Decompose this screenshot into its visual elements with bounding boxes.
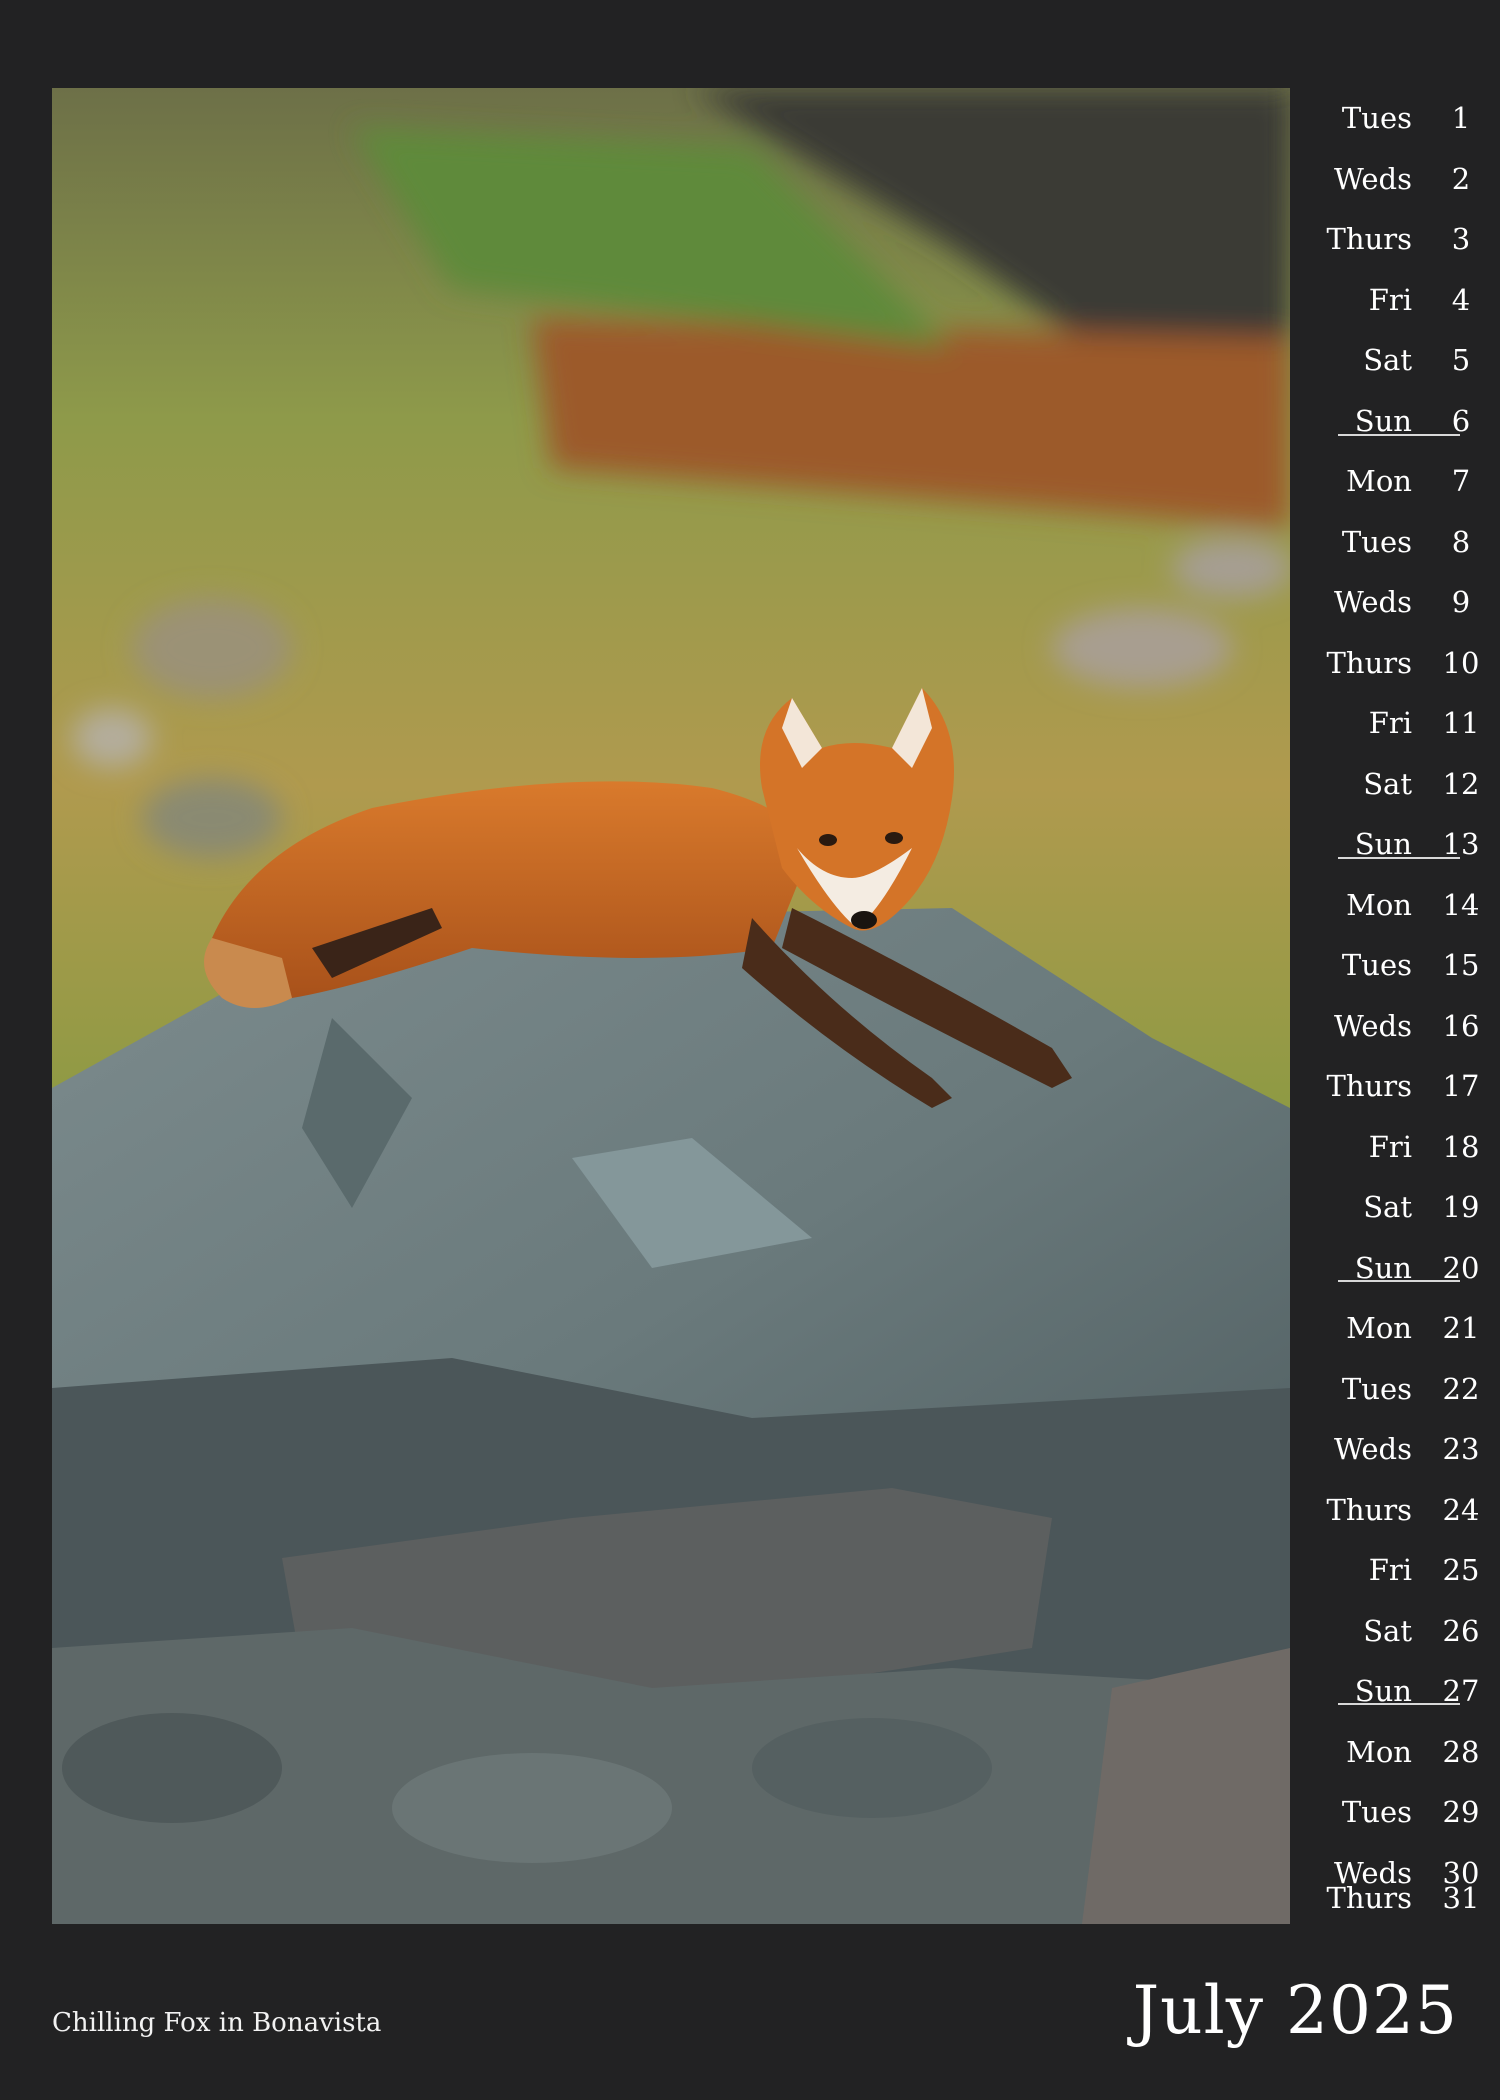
day-date: 3 — [1451, 222, 1471, 256]
day-row: Sun 13 — [1300, 814, 1500, 874]
day-name: Mon — [1346, 887, 1412, 922]
day-name: Fri — [1368, 1129, 1412, 1164]
day-date: 16 — [1442, 1008, 1480, 1043]
day-date: 29 — [1442, 1795, 1480, 1829]
day-row: Sat 19 — [1300, 1177, 1500, 1237]
day-name: Sat — [1363, 1613, 1412, 1648]
day-date: 11 — [1442, 706, 1480, 740]
day-name: Thurs — [1326, 1881, 1412, 1915]
day-name: Tues — [1341, 948, 1412, 982]
day-name: Mon — [1346, 464, 1412, 498]
day-date: 20 — [1442, 1250, 1480, 1285]
day-row: Tues 1 — [1300, 88, 1500, 148]
day-row: Tues 15 — [1300, 935, 1500, 995]
fox-on-rock-illustration — [52, 88, 1290, 1924]
day-date: 14 — [1442, 887, 1480, 922]
day-date: 23 — [1442, 1432, 1480, 1466]
day-date: 26 — [1442, 1613, 1480, 1648]
day-name: Thurs — [1326, 222, 1412, 256]
day-name: Tues — [1341, 101, 1412, 135]
day-row: Sun 27 — [1300, 1661, 1500, 1721]
day-row: Fri 25 — [1300, 1540, 1500, 1600]
day-date: 19 — [1442, 1190, 1480, 1224]
day-row: Sat 12 — [1300, 754, 1500, 814]
day-row: Mon 7 — [1300, 451, 1500, 511]
day-name: Sat — [1363, 1190, 1412, 1224]
day-date: 10 — [1442, 645, 1480, 680]
day-date: 9 — [1451, 585, 1471, 619]
day-row: Mon 28 — [1300, 1722, 1500, 1782]
day-row: Thurs 3 — [1300, 209, 1500, 269]
day-name: Mon — [1346, 1311, 1412, 1345]
day-date: 8 — [1451, 524, 1471, 559]
day-date: 4 — [1451, 282, 1471, 317]
day-date: 17 — [1442, 1069, 1480, 1103]
day-date: 12 — [1442, 766, 1480, 801]
day-row: Weds 9 — [1300, 572, 1500, 632]
day-row: Tues 22 — [1300, 1359, 1500, 1419]
day-name: Tues — [1341, 1371, 1412, 1406]
day-row: Fri 18 — [1300, 1117, 1500, 1177]
day-date: 15 — [1442, 948, 1480, 982]
day-row: Sat 5 — [1300, 330, 1500, 390]
day-date: 27 — [1442, 1674, 1480, 1708]
day-row: Weds 2 — [1300, 149, 1500, 209]
day-row: Mon 21 — [1300, 1298, 1500, 1358]
day-row: Weds 23 — [1300, 1419, 1500, 1479]
day-name: Sat — [1363, 766, 1412, 801]
week-separator — [1338, 1703, 1460, 1705]
week-separator — [1338, 1280, 1460, 1282]
day-date: 21 — [1442, 1311, 1480, 1345]
day-date: 24 — [1442, 1492, 1480, 1527]
day-name: Fri — [1368, 706, 1412, 740]
day-date: 18 — [1442, 1129, 1480, 1164]
day-row: Weds 16 — [1300, 996, 1500, 1056]
day-row: Fri 4 — [1300, 270, 1500, 330]
day-row: Thurs 31 — [1300, 1868, 1500, 1928]
day-name: Thurs — [1326, 1069, 1412, 1103]
day-name: Weds — [1333, 585, 1412, 619]
day-name: Thurs — [1326, 1492, 1412, 1527]
day-name: Sun — [1354, 827, 1412, 861]
day-name: Tues — [1341, 1795, 1412, 1829]
day-name: Weds — [1333, 1008, 1412, 1043]
day-name: Sun — [1354, 1250, 1412, 1285]
day-name: Weds — [1333, 1432, 1412, 1466]
day-name: Weds — [1333, 161, 1412, 196]
day-date: 5 — [1451, 343, 1471, 377]
day-date: 22 — [1442, 1371, 1480, 1406]
day-row: Thurs 17 — [1300, 1056, 1500, 1116]
day-row: Thurs 10 — [1300, 633, 1500, 693]
day-name: Thurs — [1326, 645, 1412, 680]
day-row: Tues 29 — [1300, 1782, 1500, 1842]
day-name: Sun — [1354, 1674, 1412, 1708]
day-list: Tues 1 Weds 2 Thurs 3 Fri 4 Sat 5 Sun 6 Mon 7 T… — [1300, 88, 1500, 1928]
day-row: Sun 6 — [1300, 391, 1500, 451]
day-row: Thurs 24 — [1300, 1480, 1500, 1540]
day-date: 13 — [1442, 827, 1480, 861]
day-name: Fri — [1368, 282, 1412, 317]
day-name: Sat — [1363, 343, 1412, 377]
day-date: 7 — [1451, 464, 1471, 498]
day-name: Sun — [1354, 403, 1412, 438]
day-row: Sat 26 — [1300, 1601, 1500, 1661]
day-name: Tues — [1341, 524, 1412, 559]
day-date: 1 — [1451, 101, 1471, 135]
week-separator — [1338, 434, 1460, 436]
fox-photo — [52, 88, 1290, 1924]
week-separator — [1338, 857, 1460, 859]
day-date: 6 — [1451, 403, 1471, 438]
photo-caption: Chilling Fox in Bonavista — [52, 2008, 382, 2038]
day-date: 2 — [1451, 161, 1471, 196]
day-name: Fri — [1368, 1553, 1412, 1587]
day-row: Mon 14 — [1300, 875, 1500, 935]
day-row: Sun 20 — [1300, 1238, 1500, 1298]
day-name: Mon — [1346, 1734, 1412, 1769]
day-date: 31 — [1442, 1881, 1480, 1915]
day-date: 25 — [1442, 1553, 1480, 1587]
month-title: July 2025 — [1132, 1972, 1458, 2049]
day-row: Tues 8 — [1300, 512, 1500, 572]
day-date: 28 — [1442, 1734, 1480, 1769]
day-row: Fri 11 — [1300, 693, 1500, 753]
